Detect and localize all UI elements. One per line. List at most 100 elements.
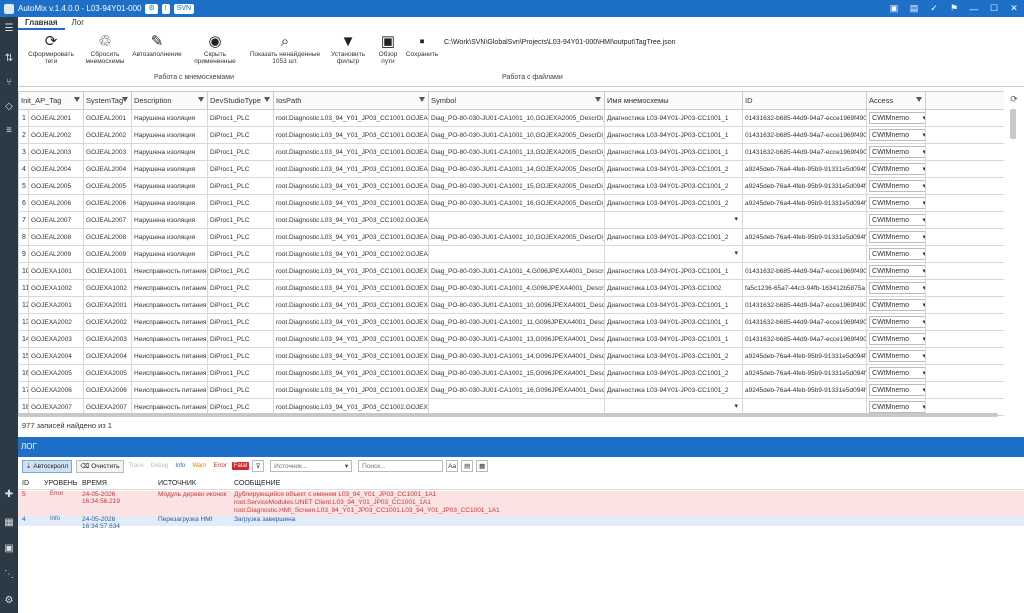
export-txt-icon[interactable]: ▤ — [461, 460, 474, 472]
grid-refresh-icon[interactable]: ⟳ — [1004, 94, 1024, 105]
generate-tags-button[interactable]: ⟳ Сформировать теги — [26, 33, 76, 65]
access-select[interactable]: CWtMnemo — [869, 316, 925, 328]
id-cell[interactable]: fa5c1236-65a7-44c3-94fb-163412b5875a — [742, 279, 868, 297]
log-row[interactable]: 5 Error 24-05-2026 16:34:56.219 Модуль д… — [18, 491, 1024, 516]
maximize-button[interactable]: ☐ — [984, 3, 1004, 14]
table-row[interactable]: 1 GOJEAL2001 GOJEAL2001 Нарушена изоляция Di… — [18, 109, 1004, 127]
iospath-cell[interactable]: root.Diagnostic.L03_94_Y01_JP03_CC1001.G… — [273, 228, 430, 246]
mnemo-name-cell[interactable]: Диагностика L03-94Y01-JP03-CC1001_2 — [604, 347, 744, 365]
mnemo-name-cell[interactable]: Диагностика L03-94Y01-JP03-CC1001_2 — [604, 194, 744, 212]
access-select[interactable]: CWtMnemo — [869, 112, 925, 124]
table-row[interactable]: 5 GOJEAL2005 GOJEAL2005 Нарушена изоляция Di… — [18, 177, 1004, 195]
symbol-cell[interactable]: Diag_PO-80-030-JU01-CA1001_10,GOJEXA2005… — [428, 126, 606, 144]
init-ap-tag-cell[interactable]: GOJEXA2005 — [27, 364, 85, 382]
init-ap-tag-cell[interactable]: GOJEXA1002 — [27, 279, 85, 297]
access-select[interactable]: CWtMnemo — [869, 367, 925, 379]
iospath-cell[interactable]: root.Diagnostic.L03_94_Y01_JP03_CC1001.G… — [273, 177, 430, 195]
description-cell[interactable]: Неисправность питания — [131, 364, 209, 382]
level-warn-toggle[interactable]: Warn — [190, 462, 208, 470]
tag-icon[interactable]: ◇ — [3, 101, 15, 113]
access-cell[interactable]: CWtMnemo — [866, 347, 927, 365]
devstudio-type-cell[interactable]: DiProc1_PLC — [207, 313, 275, 331]
system-tag-cell[interactable]: GOJEXA1002 — [83, 279, 133, 297]
devstudio-type-cell[interactable]: DiProc1_PLC — [207, 364, 275, 382]
iospath-cell[interactable]: root.Diagnostic.L03_94_Y01_JP03_CC1001.G… — [273, 364, 430, 382]
system-tag-cell[interactable]: GOJEXA1001 — [83, 262, 133, 280]
symbol-cell[interactable]: Diag_PO-80-030-JU01-CA1001_15,GOJEXA2005… — [428, 177, 606, 195]
access-cell[interactable]: CWtMnemo — [866, 262, 927, 280]
clear-log-button[interactable]: ⌫ Очистить — [76, 459, 124, 473]
init-ap-tag-cell[interactable]: GOJEAL2003 — [27, 143, 85, 161]
access-cell[interactable]: CWtMnemo — [866, 381, 927, 399]
symbol-cell[interactable]: Diag_PO-80-030-JU01-CA1001_11,G096JPEXA4… — [428, 313, 606, 331]
list-icon[interactable]: ≡ — [3, 125, 15, 137]
id-cell[interactable]: 01431632-b685-44d9-94a7-ecce1969f490 — [742, 109, 868, 127]
access-select[interactable]: CWtMnemo — [869, 333, 925, 345]
export-excel-icon[interactable]: ▦ — [476, 460, 489, 472]
iospath-cell[interactable]: root.Diagnostic.L03_94_Y01_JP03_CC1001.G… — [273, 126, 430, 144]
access-cell[interactable]: CWtMnemo — [866, 313, 927, 331]
save-button[interactable]: ▪ Сохранить — [402, 33, 442, 58]
id-cell[interactable] — [742, 211, 868, 229]
layout-icon[interactable]: ▣ — [884, 3, 904, 14]
access-select[interactable]: CWtMnemo — [869, 214, 925, 226]
info-icon[interactable]: ! — [161, 3, 170, 14]
system-tag-cell[interactable]: GOJEAL2007 — [83, 211, 133, 229]
table-row[interactable]: 16GOJEXA2005GOJEXA2005Неисправность пита… — [18, 364, 1004, 382]
grid-icon[interactable]: ▦ — [3, 517, 15, 529]
devstudio-type-cell[interactable]: DiProc1_PLC — [207, 330, 275, 348]
access-cell[interactable]: CWtMnemo — [866, 364, 927, 382]
symbol-cell[interactable]: Diag_PO-80-030-JU01-CA1001_10,GOJEXA2005… — [428, 228, 606, 246]
access-select[interactable]: CWtMnemo — [869, 146, 925, 158]
system-tag-cell[interactable]: GOJEXA2005 — [83, 364, 133, 382]
system-tag-cell[interactable]: GOJEAL2005 — [83, 177, 133, 195]
init-ap-tag-cell[interactable]: GOJEXA2002 — [27, 313, 85, 331]
mnemo-name-cell[interactable]: Диагностика L03-94Y01-JP03-CC1001_1 — [604, 143, 744, 161]
col-header-access[interactable]: Access — [866, 91, 927, 110]
system-tag-cell[interactable]: GOJEAL2004 — [83, 160, 133, 178]
id-cell[interactable] — [742, 245, 868, 263]
init-ap-tag-cell[interactable]: GOJEXA1001 — [27, 262, 85, 280]
symbol-cell[interactable]: Diag_PO-80-030-JU01-CA1001_16,G096JPEXA4… — [428, 381, 606, 399]
system-tag-cell[interactable]: GOJEXA2003 — [83, 330, 133, 348]
level-info-toggle[interactable]: Info — [173, 462, 187, 470]
filter-clear-icon[interactable]: ⊽ — [252, 460, 265, 472]
id-cell[interactable]: 01431632-b685-44d9-94a7-ecce1969f490 — [742, 262, 868, 280]
filter-icon[interactable] — [74, 97, 81, 102]
mnemo-name-cell[interactable]: Диагностика L03-94Y01-JP03-CC1001_1 — [604, 109, 744, 127]
access-select[interactable]: CWtMnemo — [869, 231, 925, 243]
case-sensitive-toggle[interactable]: Aa — [446, 460, 459, 472]
close-button[interactable]: ✕ — [1004, 3, 1024, 14]
system-tag-cell[interactable]: GOJEXA2004 — [83, 347, 133, 365]
table-row[interactable]: 11GOJEXA1002GOJEXA1002Неисправность пита… — [18, 279, 1004, 297]
devstudio-type-cell[interactable]: DiProc1_PLC — [207, 381, 275, 399]
description-cell[interactable]: Нарушена изоляция — [131, 228, 209, 246]
description-cell[interactable]: Неисправность питания — [131, 262, 209, 280]
filter-icon[interactable] — [122, 97, 129, 102]
source-select[interactable]: Источник... — [270, 460, 353, 472]
id-cell[interactable]: 01431632-b685-44d9-94a7-ecce1969f490 — [742, 126, 868, 144]
mnemo-name-cell[interactable] — [604, 211, 744, 229]
mnemo-name-cell[interactable]: Диагностика L03-94Y01-JP03-CC1001_1 — [604, 313, 744, 331]
mnemo-name-cell[interactable]: Диагностика L03-94Y01-JP03-CC1001_1 — [604, 296, 744, 314]
description-cell[interactable]: Неисправность питания — [131, 279, 209, 297]
devstudio-type-cell[interactable]: DiProc1_PLC — [207, 296, 275, 314]
iospath-cell[interactable]: root.Diagnostic.L03_94_Y01_JP03_CC1001.G… — [273, 313, 430, 331]
description-cell[interactable]: Нарушена изоляция — [131, 126, 209, 144]
iospath-cell[interactable]: root.Diagnostic.L03_94_Y01_JP03_CC1001.G… — [273, 160, 430, 178]
id-cell[interactable]: a9245deb-76a4-4feb-95b9-91331e5d094f — [742, 347, 868, 365]
system-tag-cell[interactable]: GOJEAL2006 — [83, 194, 133, 212]
access-select[interactable]: CWtMnemo — [869, 299, 925, 311]
mnemo-name-cell[interactable]: Диагностика L03-94Y01-JP03-CC1002 — [604, 279, 744, 297]
mnemo-name-cell[interactable]: Диагностика L03-94Y01-JP03-CC1001_2 — [604, 160, 744, 178]
table-row[interactable]: 14GOJEXA2003GOJEXA2003Неисправность пита… — [18, 330, 1004, 348]
description-cell[interactable]: Неисправность питания — [131, 347, 209, 365]
filter-icon[interactable] — [595, 97, 602, 102]
symbol-cell[interactable]: Diag_PO-80-030-JU01-CA1001_15,G096JPEXA4… — [428, 364, 606, 382]
symbol-cell[interactable]: Diag_PO-80-030-JU01-CA1001_13,G096JPEXA4… — [428, 330, 606, 348]
iospath-cell[interactable]: root.Diagnostic.L03_94_Y01_JP03_CC1001.G… — [273, 262, 430, 280]
reset-mnemo-button[interactable]: ♲ Сбросить мнемосхемы — [80, 33, 130, 65]
mnemo-name-cell[interactable]: Диагностика L03-94Y01-JP03-CC1001_2 — [604, 228, 744, 246]
col-header-id[interactable]: ID — [742, 91, 868, 110]
access-select[interactable]: CWtMnemo — [869, 350, 925, 362]
